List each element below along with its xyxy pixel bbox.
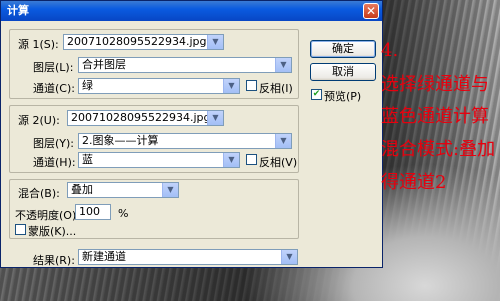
result-select[interactable]: 新建通道 ▼ xyxy=(78,249,298,265)
opacity-value: 100 xyxy=(79,205,100,218)
source1-layer-label: 图层(L): xyxy=(33,61,74,74)
mask-checkbox[interactable] xyxy=(15,224,26,235)
chevron-down-icon: ▼ xyxy=(275,134,291,148)
source2-layer-value: 2.图象——计算 xyxy=(82,134,159,147)
annotation-line: 混合模式:叠加 xyxy=(381,139,496,160)
source1-file-value: 20071028095522934.jpg xyxy=(67,35,207,48)
chevron-down-icon: ▼ xyxy=(223,79,239,93)
cancel-button[interactable]: 取消 xyxy=(310,63,376,81)
source2-channel-label: 通道(H): xyxy=(33,156,76,169)
opacity-input[interactable]: 100 xyxy=(75,204,111,220)
source2-invert-checkbox[interactable] xyxy=(246,154,257,165)
ok-button[interactable]: 确定 xyxy=(310,40,376,58)
source2-file-select[interactable]: 20071028095522934.jpg ▼ xyxy=(67,110,224,126)
blending-mode-select[interactable]: 叠加 ▼ xyxy=(67,182,179,198)
source2-file-value: 20071028095522934.jpg xyxy=(71,111,211,124)
source1-channel-label: 通道(C): xyxy=(33,82,75,95)
preview-label: 预览(P) xyxy=(324,90,362,103)
source1-channel-value: 绿 xyxy=(82,79,93,92)
close-button[interactable]: ✕ xyxy=(363,3,379,19)
chevron-down-icon: ▼ xyxy=(207,111,223,125)
title-bar: 计算 ✕ xyxy=(1,1,382,21)
annotation-line: 4. xyxy=(381,40,399,61)
blending-mode-value: 叠加 xyxy=(71,183,93,196)
source1-file-select[interactable]: 20071028095522934.jpg ▼ xyxy=(63,34,224,50)
source2-layer-select[interactable]: 2.图象——计算 ▼ xyxy=(78,133,292,149)
opacity-unit: % xyxy=(118,207,129,220)
chevron-down-icon: ▼ xyxy=(223,153,239,167)
source2-layer-label: 图层(Y): xyxy=(33,137,75,150)
result-value: 新建通道 xyxy=(82,250,126,263)
source1-invert-checkbox[interactable] xyxy=(246,80,257,91)
calculations-dialog: 计算 ✕ 源 1(S): 20071028095522934.jpg ▼ 图层(… xyxy=(0,0,383,268)
annotation-line: 蓝色通道计算 xyxy=(381,106,489,127)
preview-checkbox[interactable]: ✔ xyxy=(311,89,322,100)
chevron-down-icon: ▼ xyxy=(207,35,223,49)
dialog-title: 计算 xyxy=(7,4,29,17)
source2-label: 源 2(U): xyxy=(18,114,60,127)
source2-channel-select[interactable]: 蓝 ▼ xyxy=(78,152,240,168)
source2-invert-label: 反相(V) xyxy=(259,156,298,169)
source1-layer-select[interactable]: 合并图层 ▼ xyxy=(78,57,292,73)
blending-label: 混合(B): xyxy=(18,187,60,200)
chevron-down-icon: ▼ xyxy=(281,250,297,264)
chevron-down-icon: ▼ xyxy=(275,58,291,72)
annotation-line: 得通道2 xyxy=(381,172,447,193)
source1-channel-select[interactable]: 绿 ▼ xyxy=(78,78,240,94)
source1-layer-value: 合并图层 xyxy=(82,58,126,71)
annotation-line: 选择绿通道与 xyxy=(381,74,489,95)
source1-invert-label: 反相(I) xyxy=(259,82,293,95)
source2-channel-value: 蓝 xyxy=(82,153,93,166)
mask-label: 蒙版(K)... xyxy=(28,225,77,238)
chevron-down-icon: ▼ xyxy=(162,183,178,197)
opacity-label: 不透明度(O): xyxy=(15,209,80,222)
source1-label: 源 1(S): xyxy=(18,38,59,51)
result-label: 结果(R): xyxy=(33,254,75,267)
